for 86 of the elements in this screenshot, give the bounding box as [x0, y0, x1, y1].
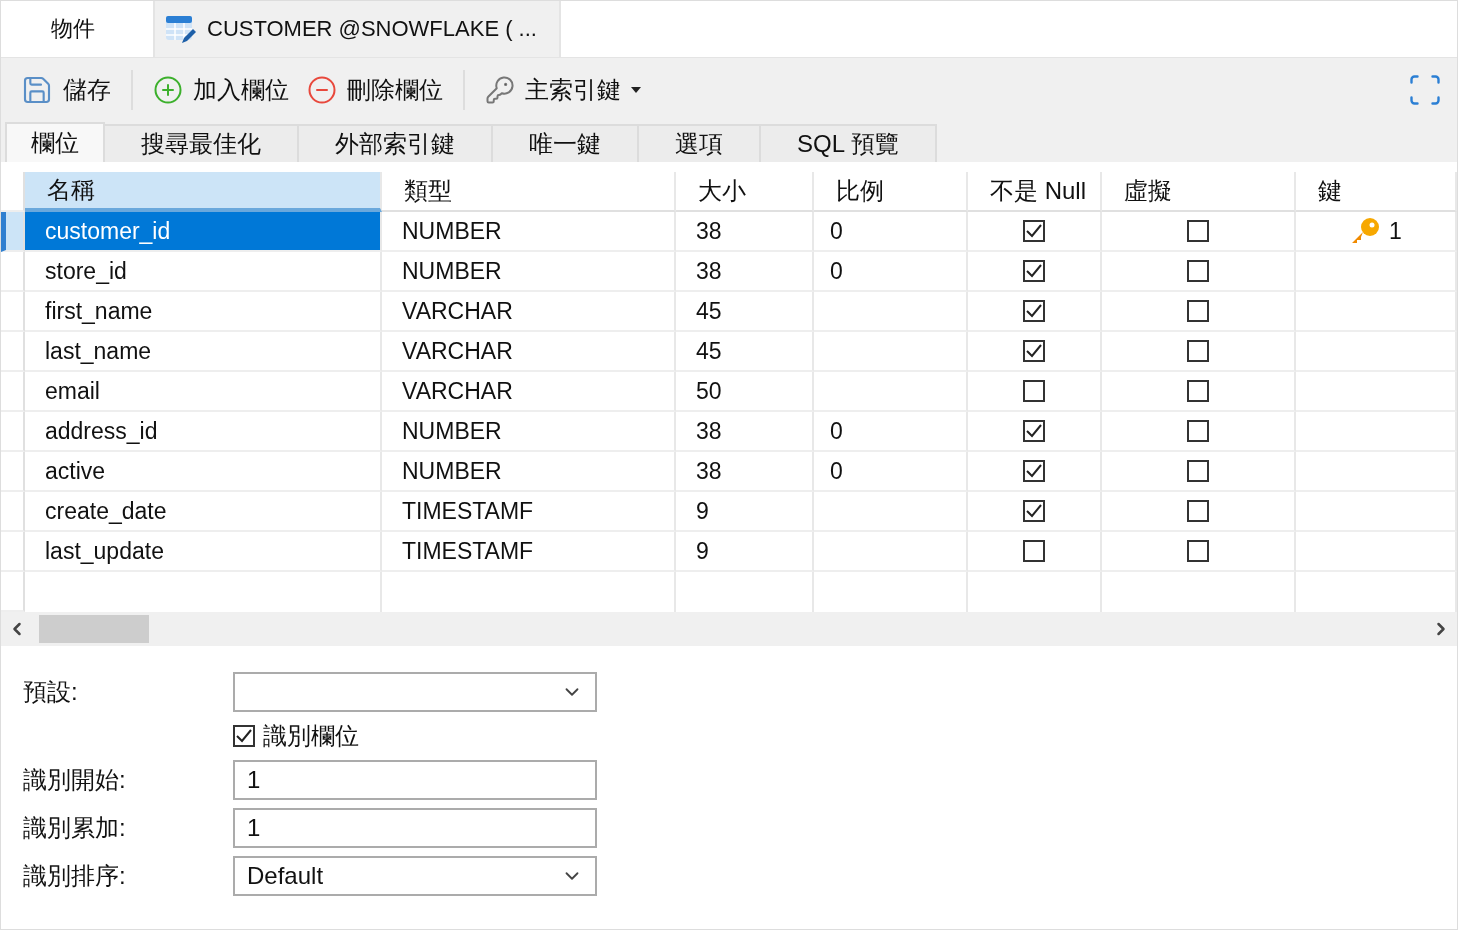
checkbox[interactable] [1023, 460, 1045, 482]
table-cell: VARCHAR [382, 372, 676, 412]
table-cell: 45 [676, 332, 814, 372]
column-header[interactable]: 名稱 [25, 172, 382, 212]
tab[interactable]: 選項 [637, 124, 761, 162]
field-label: 識別排序: [23, 861, 127, 891]
checkbox[interactable] [1023, 380, 1045, 402]
checkbox[interactable] [1023, 420, 1045, 442]
column-header[interactable]: 虛擬 [1102, 172, 1296, 212]
plus-circle-icon [153, 75, 183, 105]
table-cell: 0 [814, 252, 968, 292]
table-cell: first_name [25, 292, 382, 332]
save-button[interactable]: 儲存 [15, 70, 117, 110]
table-cell: 0 [814, 412, 968, 452]
table-cell: last_update [25, 532, 382, 572]
checkbox[interactable] [1023, 300, 1045, 322]
table-cell: active [25, 452, 382, 492]
field-label: 識別累加: [23, 813, 127, 843]
column-header[interactable]: 大小 [676, 172, 814, 212]
order-dropdown[interactable]: Default [233, 856, 597, 896]
checkbox[interactable] [1023, 260, 1045, 282]
table-cell: 50 [676, 372, 814, 412]
tab[interactable]: 欄位 [5, 122, 105, 162]
table-cell: email [25, 372, 382, 412]
checkbox[interactable] [1187, 340, 1209, 362]
checkbox[interactable] [1023, 540, 1045, 562]
table-cell: VARCHAR [382, 292, 676, 332]
tab[interactable]: 搜尋最佳化 [103, 124, 299, 162]
checkbox[interactable] [1187, 380, 1209, 402]
tab[interactable]: 唯一鍵 [491, 124, 639, 162]
table-cell: 0 [814, 452, 968, 492]
fullscreen-icon[interactable] [1407, 72, 1443, 108]
table-cell: TIMESTAMF [382, 532, 676, 572]
caret-icon [631, 87, 641, 93]
key-button[interactable]: 主索引鍵 [479, 70, 647, 110]
checkbox[interactable] [1023, 500, 1045, 522]
field-label: 預設: [23, 677, 79, 707]
table-cell: store_id [25, 252, 382, 292]
checkbox[interactable] [1187, 540, 1209, 562]
table-cell: 9 [676, 492, 814, 532]
input-field[interactable]: 1 [233, 808, 597, 848]
tab[interactable]: 外部索引鍵 [297, 124, 493, 162]
checkbox[interactable] [1187, 220, 1209, 242]
row-header[interactable] [1, 212, 25, 252]
add-button[interactable]: 加入欄位 [147, 70, 295, 110]
table-cell: 0 [814, 212, 968, 252]
table-cell: address_id [25, 412, 382, 452]
checkbox[interactable] [1187, 300, 1209, 322]
column-header[interactable]: 不是 Null [968, 172, 1102, 212]
table-cell: 38 [676, 412, 814, 452]
table-cell: create_date [25, 492, 382, 532]
minus-circle-icon [307, 75, 337, 105]
checkbox[interactable] [1187, 260, 1209, 282]
table-cell: NUMBER [382, 412, 676, 452]
table-cell: NUMBER [382, 212, 676, 252]
input-field[interactable]: 1 [233, 760, 597, 800]
checkbox[interactable] [1023, 220, 1045, 242]
table-cell: last_name [25, 332, 382, 372]
checkbox[interactable] [233, 725, 255, 747]
table-cell: VARCHAR [382, 332, 676, 372]
table-cell: 38 [676, 252, 814, 292]
table-cell: NUMBER [382, 452, 676, 492]
checkbox[interactable] [1023, 340, 1045, 362]
column-header[interactable]: 鍵 [1296, 172, 1457, 212]
key-icon [485, 75, 515, 105]
tab[interactable]: SQL 預覽 [759, 124, 937, 162]
table-cell: TIMESTAMF [382, 492, 676, 532]
table-cell: 38 [676, 212, 814, 252]
save-icon [21, 74, 53, 106]
remove-button[interactable]: 刪除欄位 [301, 70, 449, 110]
field-label: 識別開始: [23, 765, 127, 795]
key-order: 1 [1389, 217, 1402, 245]
table-edit-icon [165, 13, 197, 45]
column-header[interactable]: 比例 [814, 172, 968, 212]
table-cell: NUMBER [382, 252, 676, 292]
column-header[interactable]: 類型 [382, 172, 676, 212]
table-cell: 45 [676, 292, 814, 332]
scrollbar-thumb[interactable] [39, 615, 149, 643]
checkbox[interactable] [1187, 500, 1209, 522]
table-cell: customer_id [25, 212, 382, 252]
document-tab[interactable]: CUSTOMER @SNOWFLAKE ( ... [155, 1, 561, 57]
checkbox[interactable] [1187, 420, 1209, 442]
identity-checkbox[interactable]: 識別欄位 [233, 720, 597, 752]
table-cell: 38 [676, 452, 814, 492]
checkbox[interactable] [1187, 460, 1209, 482]
table-cell: 9 [676, 532, 814, 572]
